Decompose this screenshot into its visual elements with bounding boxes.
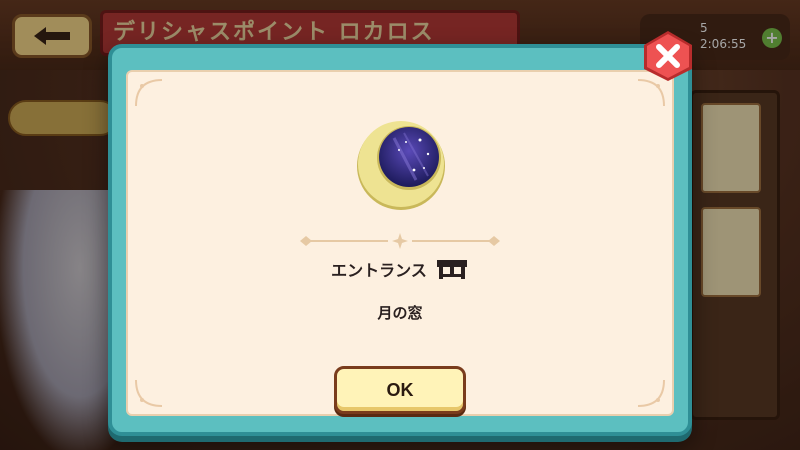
corner-ornament [628, 370, 668, 410]
item-category-label: エントランス [331, 261, 427, 280]
corner-ornament [132, 370, 172, 410]
item-category-row: エントランス [0, 256, 800, 282]
furniture-table-icon [436, 260, 467, 279]
corner-ornament [132, 76, 172, 116]
close-x-icon [644, 31, 692, 81]
crescent-moon-window-icon [357, 121, 445, 210]
item-name: 月の窓 [377, 304, 423, 322]
ornament-divider [300, 233, 500, 249]
close-button[interactable] [640, 28, 696, 84]
ok-button[interactable]: OK [334, 366, 466, 414]
